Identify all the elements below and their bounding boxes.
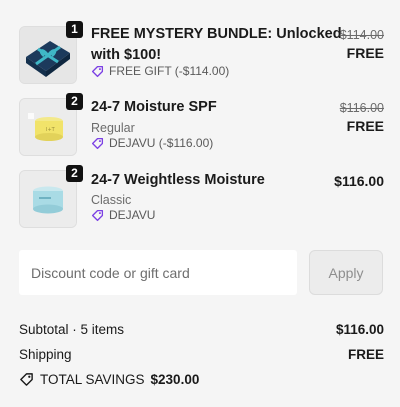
svg-text:I+T: I+T [46, 127, 56, 133]
quantity-badge: 1 [66, 21, 83, 38]
item-price: FREE [346, 118, 384, 134]
original-price: $116.00 [339, 101, 384, 115]
product-title-line: FREE MYSTERY BUNDLE: Unlocked [91, 26, 342, 42]
savings-label: TOTAL SAVINGS [40, 372, 145, 387]
product-title: 24-7 Moisture SPF [91, 99, 217, 115]
shipping-label: Shipping [19, 347, 72, 362]
tag-icon [91, 209, 104, 221]
tag-icon [91, 137, 104, 149]
discount-label: DEJAVU (-$116.00) [91, 136, 213, 150]
subtotal-value: $116.00 [335, 322, 384, 337]
total-savings: TOTAL SAVINGS $230.00 [19, 372, 199, 387]
discount-label: DEJAVU [91, 208, 155, 222]
discount-text: FREE GIFT (-$114.00) [109, 64, 230, 78]
discount-code-input[interactable] [19, 250, 297, 295]
product-title-line: with $100! [91, 47, 162, 63]
discount-label: FREE GIFT (-$114.00) [91, 64, 229, 78]
order-summary: 1 FREE MYSTERY BUNDLE: Unlocked with $10… [0, 0, 400, 407]
tag-icon [20, 373, 33, 386]
original-price: $114.00 [339, 28, 384, 42]
item-price: $116.00 [334, 173, 384, 189]
product-thumbnail: 1 [19, 21, 83, 84]
product-thumbnail: I+T 2 [19, 93, 83, 156]
apply-button[interactable]: Apply [309, 250, 383, 295]
product-title: 24-7 Weightless Moisture [91, 172, 265, 188]
shipping-value: FREE [347, 347, 384, 362]
product-thumbnail: 2 [19, 165, 83, 228]
savings-value: $230.00 [150, 372, 200, 387]
product-variant: Classic [91, 193, 132, 207]
discount-text: DEJAVU (-$116.00) [109, 136, 214, 150]
product-title: FREE MYSTERY BUNDLE: Unlocked with $100! [91, 24, 342, 66]
quantity-badge: 2 [66, 93, 83, 110]
quantity-badge: 2 [66, 165, 83, 182]
item-price: FREE [346, 45, 384, 61]
discount-text: DEJAVU [109, 208, 156, 222]
tag-icon [91, 65, 104, 77]
subtotal-label: Subtotal · 5 items [19, 322, 125, 337]
product-variant: Regular [91, 121, 135, 135]
